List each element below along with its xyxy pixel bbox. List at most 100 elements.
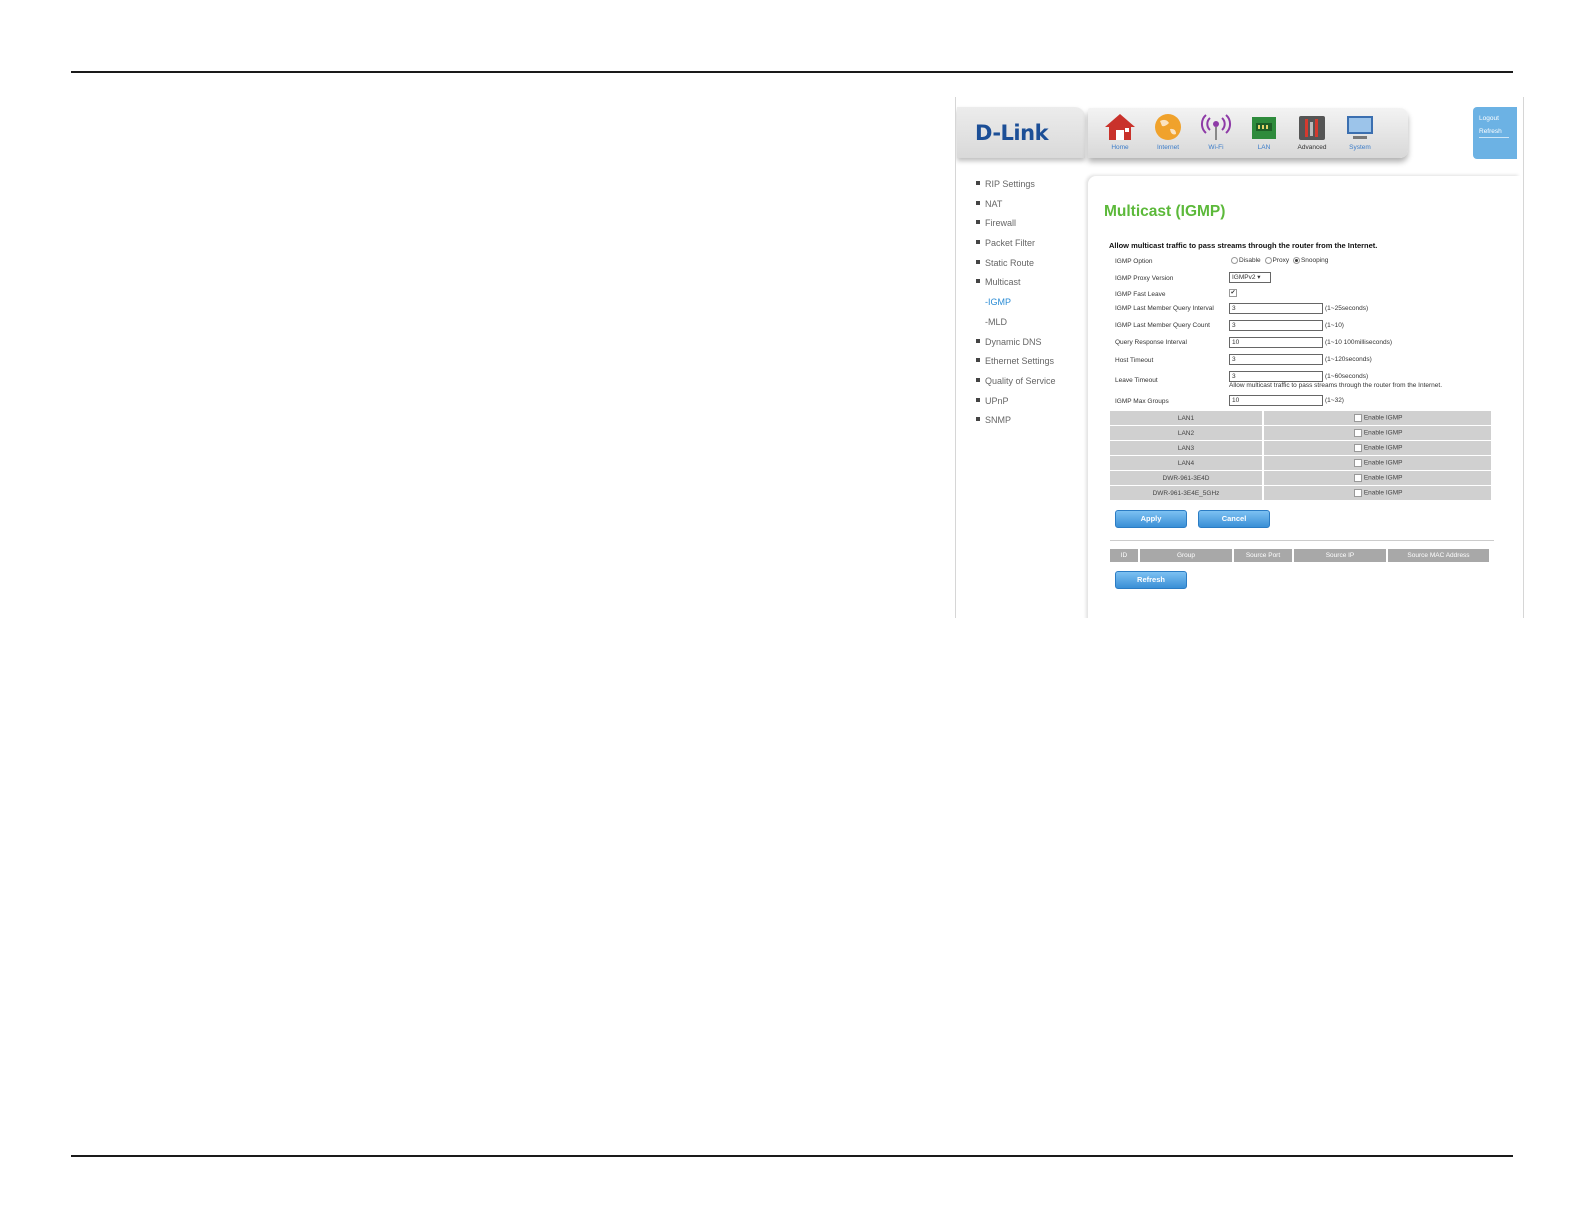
sidebar-item-mld[interactable]: -MLD bbox=[974, 317, 1092, 337]
sidebar-item-qos[interactable]: Quality of Service bbox=[974, 376, 1092, 396]
leave-timeout-input[interactable]: 3 bbox=[1229, 371, 1323, 382]
sidebar-item-label: Quality of Service bbox=[985, 375, 1056, 386]
proxy-version-value: IGMPv2 bbox=[1232, 274, 1256, 281]
chevron-down-icon: ▾ bbox=[1257, 274, 1261, 281]
sidebar-item-multicast[interactable]: Multicast bbox=[974, 277, 1092, 297]
multicast-group-table: ID Group Source Port Source IP Source MA… bbox=[1110, 549, 1491, 562]
enable-igmp-checkbox[interactable] bbox=[1354, 414, 1362, 422]
enable-igmp-label: Enable IGMP bbox=[1363, 459, 1403, 467]
sidebar-item-snmp[interactable]: SNMP bbox=[974, 415, 1092, 435]
page-title: Multicast (IGMP) bbox=[1104, 203, 1226, 220]
host-timeout-label: Host Timeout bbox=[1115, 357, 1154, 364]
refresh-link[interactable]: Refresh bbox=[1479, 128, 1509, 138]
fast-leave-checkbox[interactable]: ✔ bbox=[1229, 289, 1237, 297]
sidebar-item-dynamic-dns[interactable]: Dynamic DNS bbox=[974, 337, 1092, 357]
lan-name: LAN1 bbox=[1110, 411, 1264, 425]
table-row: LAN2 Enable IGMP bbox=[1110, 426, 1491, 440]
enable-igmp-checkbox[interactable] bbox=[1354, 489, 1362, 497]
bullet-icon bbox=[976, 259, 980, 264]
page-bottom-rule bbox=[71, 1155, 1513, 1157]
sidebar-item-label: -IGMP bbox=[985, 297, 1011, 308]
sidebar-item-ethernet-settings[interactable]: Ethernet Settings bbox=[974, 356, 1092, 376]
column-header: Source IP bbox=[1293, 549, 1388, 562]
lan-option: Enable IGMP bbox=[1264, 441, 1491, 455]
page-top-rule bbox=[71, 71, 1513, 73]
sidebar-item-igmp[interactable]: -IGMP bbox=[974, 297, 1092, 317]
fast-leave-field: ✔ bbox=[1229, 289, 1237, 297]
sidebar-item-upnp[interactable]: UPnP bbox=[974, 396, 1092, 416]
cancel-button[interactable]: Cancel bbox=[1198, 510, 1270, 528]
bullet-icon bbox=[976, 200, 980, 205]
radio-snooping-label: Snooping bbox=[1300, 257, 1329, 265]
proxy-version-select[interactable]: IGMPv2 ▾ bbox=[1229, 272, 1271, 283]
sidebar-item-static-route[interactable]: Static Route bbox=[974, 258, 1092, 278]
globe-icon bbox=[1155, 114, 1181, 140]
content-panel: Multicast (IGMP) Allow multicast traffic… bbox=[1088, 176, 1520, 618]
host-timeout-input[interactable]: 3 bbox=[1229, 354, 1323, 365]
lan-option: Enable IGMP bbox=[1264, 411, 1491, 425]
dlink-logo: D-Link bbox=[975, 121, 1049, 145]
nav-internet[interactable]: Internet bbox=[1146, 112, 1190, 151]
enable-igmp-checkbox[interactable] bbox=[1354, 429, 1362, 437]
sidebar-item-label: Multicast bbox=[985, 277, 1021, 288]
account-links: Logout Refresh bbox=[1473, 107, 1517, 159]
nav-wifi[interactable]: Wi-Fi bbox=[1194, 112, 1238, 151]
query-count-input[interactable]: 3 bbox=[1229, 320, 1323, 331]
query-interval-label: IGMP Last Member Query Interval bbox=[1115, 305, 1214, 312]
sidebar-item-rip-settings[interactable]: RIP Settings bbox=[974, 179, 1092, 199]
radio-disable[interactable] bbox=[1231, 257, 1238, 264]
column-header: Source MAC Address bbox=[1387, 549, 1491, 562]
nav-lan[interactable]: LAN bbox=[1242, 112, 1286, 151]
enable-igmp-checkbox[interactable] bbox=[1354, 459, 1362, 467]
sidebar-item-label: Static Route bbox=[985, 257, 1035, 268]
lan-option: Enable IGMP bbox=[1264, 471, 1491, 485]
bullet-icon bbox=[976, 358, 980, 363]
home-icon bbox=[1105, 114, 1135, 140]
enable-igmp-checkbox[interactable] bbox=[1354, 444, 1362, 452]
sidebar-item-packet-filter[interactable]: Packet Filter bbox=[974, 238, 1092, 258]
tools-icon bbox=[1299, 116, 1325, 140]
logout-link[interactable]: Logout bbox=[1479, 115, 1517, 122]
table-header-row: ID Group Source Port Source IP Source MA… bbox=[1110, 549, 1491, 562]
response-interval-hint: (1~10 100milliseconds) bbox=[1325, 339, 1393, 347]
host-timeout-field: 3 (1~120seconds) bbox=[1229, 354, 1372, 365]
table-row: LAN1 Enable IGMP bbox=[1110, 411, 1491, 425]
bullet-icon bbox=[976, 397, 980, 402]
bullet-icon bbox=[976, 377, 980, 382]
sidebar-item-nat[interactable]: NAT bbox=[974, 199, 1092, 219]
nav-wifi-label: Wi-Fi bbox=[1208, 144, 1224, 151]
intro-text: Allow multicast traffic to pass streams … bbox=[1109, 241, 1378, 250]
query-interval-input[interactable]: 3 bbox=[1229, 303, 1323, 314]
max-groups-input[interactable]: 10 bbox=[1229, 395, 1323, 406]
enable-igmp-checkbox[interactable] bbox=[1354, 474, 1362, 482]
nav-home[interactable]: Home bbox=[1098, 112, 1142, 151]
radio-proxy-label: Proxy bbox=[1272, 257, 1290, 265]
lan-interface-table: LAN1 Enable IGMP LAN2 Enable IGMP LAN3 E… bbox=[1110, 410, 1491, 501]
enable-igmp-label: Enable IGMP bbox=[1363, 414, 1403, 422]
table-row: LAN3 Enable IGMP bbox=[1110, 441, 1491, 455]
fast-leave-label: IGMP Fast Leave bbox=[1115, 291, 1166, 298]
max-groups-label: IGMP Max Groups bbox=[1115, 398, 1169, 405]
radio-snooping[interactable] bbox=[1292, 257, 1300, 264]
query-count-hint: (1~10) bbox=[1325, 322, 1344, 330]
lan-option: Enable IGMP bbox=[1264, 486, 1491, 500]
apply-button[interactable]: Apply bbox=[1115, 510, 1187, 528]
radio-proxy[interactable] bbox=[1264, 257, 1272, 264]
sidebar-item-label: SNMP bbox=[985, 415, 1012, 426]
sidebar-item-firewall[interactable]: Firewall bbox=[974, 218, 1092, 238]
bullet-icon bbox=[976, 279, 980, 284]
table-row: DWR-961-3E4E_5GHz Enable IGMP bbox=[1110, 486, 1491, 500]
sidebar-item-label: Dynamic DNS bbox=[985, 336, 1042, 347]
nav-advanced[interactable]: Advanced bbox=[1290, 112, 1334, 151]
response-interval-input[interactable]: 10 bbox=[1229, 337, 1323, 348]
refresh-button[interactable]: Refresh bbox=[1115, 571, 1187, 589]
enable-igmp-label: Enable IGMP bbox=[1363, 474, 1403, 482]
nav-system-label: System bbox=[1349, 144, 1371, 151]
sidebar-item-label: NAT bbox=[985, 198, 1003, 209]
nav-system[interactable]: System bbox=[1338, 112, 1382, 151]
proxy-version-field: IGMPv2 ▾ bbox=[1229, 272, 1271, 283]
proxy-version-label: IGMP Proxy Version bbox=[1115, 275, 1174, 282]
column-header: Source Port bbox=[1233, 549, 1294, 562]
query-interval-hint: (1~25seconds) bbox=[1325, 305, 1369, 313]
lan-name: LAN4 bbox=[1110, 456, 1264, 470]
